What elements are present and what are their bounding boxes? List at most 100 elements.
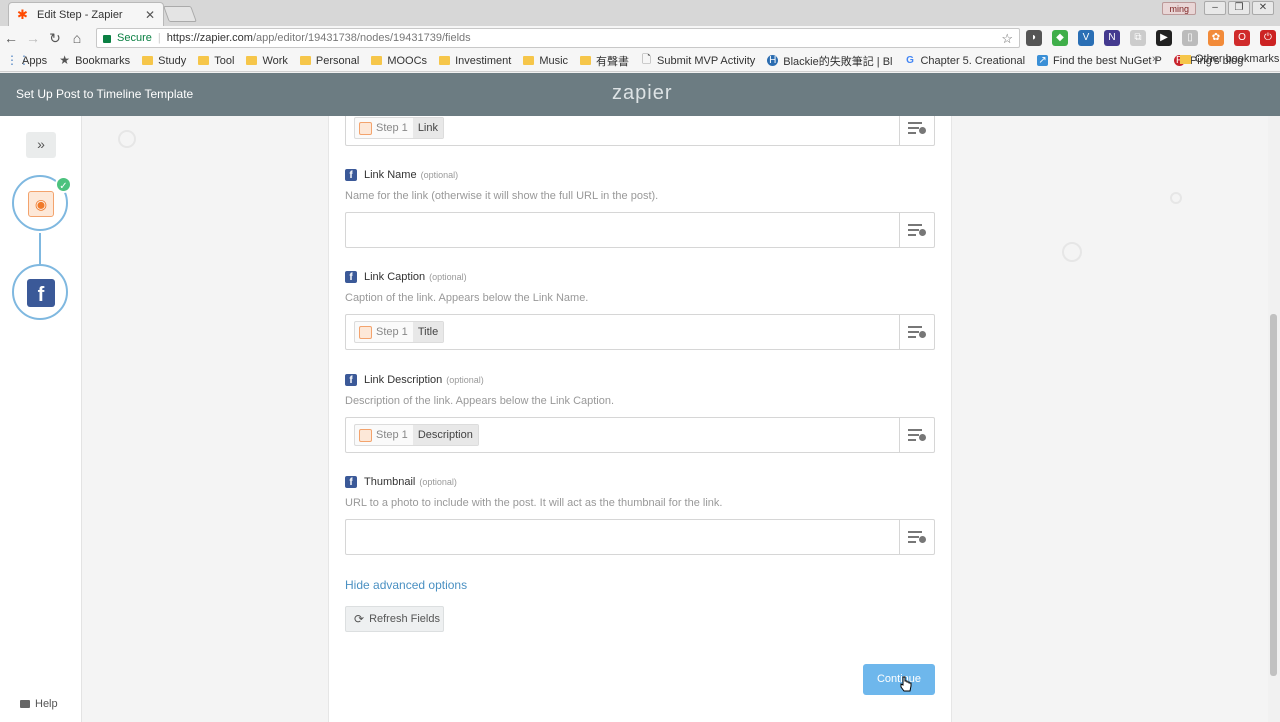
app-header: Set Up Post to Timeline Template zapier bbox=[0, 73, 1280, 116]
field-token[interactable]: Step 1 Description bbox=[354, 424, 479, 446]
link-name-help: Name for the link (otherwise it will sho… bbox=[345, 190, 659, 202]
zapier-favicon-icon: ✱ bbox=[17, 6, 28, 22]
bookmark-folder[interactable]: Music bbox=[523, 55, 568, 67]
insert-field-button[interactable] bbox=[899, 213, 934, 247]
help-button[interactable]: Help bbox=[20, 698, 58, 710]
link-name-input[interactable] bbox=[345, 212, 935, 248]
background-decoration bbox=[1062, 242, 1082, 262]
insert-field-button[interactable] bbox=[899, 315, 934, 349]
reader-extension-icon[interactable]: ▯ bbox=[1182, 30, 1198, 46]
play-extension-icon[interactable]: ▶ bbox=[1156, 30, 1172, 46]
token-step: Step 1 bbox=[376, 429, 408, 441]
google-icon: G bbox=[906, 55, 914, 66]
folder-icon bbox=[198, 56, 210, 65]
facebook-icon: f bbox=[345, 271, 357, 283]
link-description-input[interactable]: Step 1 Description bbox=[345, 417, 935, 453]
folder-icon bbox=[439, 56, 451, 65]
bookmark-item[interactable]: ⋮⋮ Apps bbox=[6, 53, 47, 67]
other-bookmarks[interactable]: Other bookmarks bbox=[1180, 53, 1279, 65]
token-value: Description bbox=[412, 425, 478, 445]
url-text: https://zapier.com/app/editor/19431738/n… bbox=[167, 32, 471, 44]
facebook-icon: f bbox=[345, 169, 357, 181]
bookmark-folder[interactable]: Study bbox=[142, 55, 186, 67]
bookmark-folder[interactable]: Investiment bbox=[439, 55, 511, 67]
secure-label: Secure bbox=[117, 32, 152, 44]
power-extension-icon[interactable]: ⏻ bbox=[1260, 30, 1276, 46]
insert-field-button[interactable] bbox=[899, 520, 934, 554]
help-label: Help bbox=[35, 698, 58, 710]
apps-grid-icon: ⋮⋮ bbox=[6, 53, 30, 67]
folder-icon bbox=[299, 56, 311, 65]
page-scrollbar[interactable] bbox=[1268, 116, 1280, 722]
insert-field-button[interactable] bbox=[899, 116, 934, 145]
url-path: /app/editor/19431738/nodes/19431739/fiel… bbox=[252, 32, 471, 44]
browser-tabstrip: ✱ Edit Step - Zapier ✕ ming – ❐ ✕ bbox=[0, 0, 1280, 26]
opera-extension-icon[interactable]: O bbox=[1234, 30, 1250, 46]
vue-extension-icon[interactable]: V bbox=[1078, 30, 1094, 46]
onenote-extension-icon[interactable]: N bbox=[1104, 30, 1120, 46]
folder-icon bbox=[580, 56, 592, 65]
bookmark-star-icon[interactable]: ☆ bbox=[1001, 31, 1013, 47]
restore-icon[interactable]: ❐ bbox=[1228, 1, 1250, 15]
minimize-icon[interactable]: – bbox=[1204, 1, 1226, 15]
link-caption-help: Caption of the link. Appears below the L… bbox=[345, 292, 589, 304]
bookmark-folder[interactable]: MOOCs bbox=[371, 55, 427, 67]
bookmark-folder[interactable]: Work bbox=[246, 55, 288, 67]
link-description-label: f Link Description (optional) bbox=[345, 374, 484, 386]
folder-icon bbox=[1180, 54, 1191, 64]
bookmark-label: Find the best NuGet P bbox=[1053, 54, 1162, 67]
bookmark-label: Submit MVP Activity bbox=[657, 54, 756, 67]
bookmark-item[interactable]: ★ Bookmarks bbox=[59, 54, 130, 67]
bookmark-folder[interactable]: Personal bbox=[299, 54, 360, 67]
thumbnail-input[interactable] bbox=[345, 519, 935, 555]
close-tab-icon[interactable]: ✕ bbox=[145, 8, 155, 22]
insert-field-icon bbox=[908, 326, 926, 338]
bookmark-label: Investiment bbox=[455, 54, 512, 67]
copy-extension-icon[interactable]: ⧉ bbox=[1130, 30, 1146, 46]
link-field[interactable]: Step 1 Link bbox=[345, 116, 935, 146]
address-bar[interactable]: Secure | https://zapier.com/app/editor/1… bbox=[96, 28, 1020, 48]
insert-field-button[interactable] bbox=[899, 418, 934, 452]
back-icon[interactable]: ← bbox=[0, 30, 22, 46]
link-caption-input[interactable]: Step 1 Title bbox=[345, 314, 935, 350]
bookmark-folder[interactable]: 有聲書 bbox=[580, 53, 629, 69]
close-window-icon[interactable]: ✕ bbox=[1252, 1, 1274, 15]
insert-field-icon bbox=[908, 224, 926, 236]
continue-button[interactable]: Continue bbox=[863, 664, 935, 695]
window-controls: ming – ❐ ✕ bbox=[1162, 1, 1274, 15]
bookmark-label: Personal bbox=[315, 54, 360, 67]
refresh-fields-button[interactable]: ⟳ Refresh Fields bbox=[345, 606, 444, 632]
profile-badge[interactable]: ming bbox=[1162, 1, 1196, 15]
more-bookmarks-chevron-icon[interactable]: » bbox=[1152, 53, 1158, 65]
bookmark-item[interactable]: 🗋 Submit MVP Activity bbox=[641, 55, 755, 67]
bookmark-item[interactable]: ↗ Find the best NuGet P bbox=[1037, 55, 1162, 67]
optional-tag: (optional) bbox=[446, 375, 484, 385]
browser-tab[interactable]: ✱ Edit Step - Zapier ✕ bbox=[8, 2, 164, 26]
field-token[interactable]: Step 1 Title bbox=[354, 321, 445, 343]
expand-sidebar-button[interactable]: » bbox=[26, 132, 56, 158]
pocket-extension-icon[interactable]: ◗ bbox=[1026, 30, 1042, 46]
tab-title: Edit Step - Zapier bbox=[37, 8, 123, 21]
settings-extension-icon[interactable]: ✿ bbox=[1208, 30, 1224, 46]
omnibox-separator: | bbox=[157, 32, 161, 44]
bookmark-folder[interactable]: Tool bbox=[198, 55, 234, 67]
feedly-extension-icon[interactable]: ◆ bbox=[1052, 30, 1068, 46]
folder-icon bbox=[142, 56, 154, 65]
action-step-node[interactable]: f bbox=[12, 264, 68, 320]
rss-icon bbox=[359, 325, 372, 339]
refresh-icon: ⟳ bbox=[354, 612, 365, 626]
link-name-label: f Link Name (optional) bbox=[345, 169, 458, 181]
reload-icon[interactable]: ↻ bbox=[44, 30, 66, 47]
extension-icons: ◗ ◆ V N ⧉ ▶ ▯ ✿ O ⏻ bbox=[1026, 30, 1276, 46]
home-icon[interactable]: ⌂ bbox=[66, 30, 88, 46]
hide-advanced-options-link[interactable]: Hide advanced options bbox=[345, 578, 467, 592]
link-caption-label: f Link Caption (optional) bbox=[345, 271, 467, 283]
bookmark-item[interactable]: G Chapter 5. Creational bbox=[904, 55, 1025, 67]
forward-icon[interactable]: → bbox=[22, 30, 44, 46]
bookmark-item[interactable]: H Blackie的失敗筆記 | Bl bbox=[767, 53, 892, 69]
scrollbar-thumb[interactable] bbox=[1270, 314, 1277, 676]
new-tab-button[interactable] bbox=[163, 6, 197, 22]
zapier-logo[interactable]: zapier bbox=[612, 82, 672, 105]
field-token[interactable]: Step 1 Link bbox=[354, 117, 444, 139]
facebook-icon: f bbox=[345, 374, 357, 386]
